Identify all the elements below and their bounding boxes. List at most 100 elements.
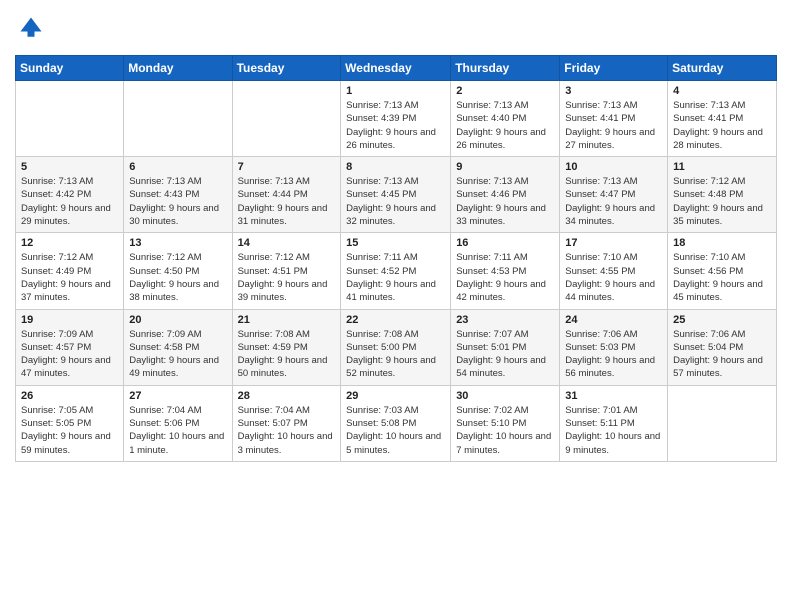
day-number: 25 bbox=[673, 314, 771, 326]
day-number: 29 bbox=[346, 390, 445, 402]
day-info: Sunrise: 7:13 AM Sunset: 4:41 PM Dayligh… bbox=[565, 99, 662, 152]
header bbox=[15, 10, 777, 47]
day-cell: 3 Sunrise: 7:13 AM Sunset: 4:41 PM Daylig… bbox=[560, 81, 668, 157]
day-cell: 21 Sunrise: 7:08 AM Sunset: 4:59 PM Dayli… bbox=[232, 309, 341, 385]
day-number: 26 bbox=[21, 390, 118, 402]
day-cell: 10 Sunrise: 7:13 AM Sunset: 4:47 PM Dayli… bbox=[560, 157, 668, 233]
logo-icon bbox=[17, 14, 45, 42]
day-cell: 24 Sunrise: 7:06 AM Sunset: 5:03 PM Dayli… bbox=[560, 309, 668, 385]
day-cell: 5 Sunrise: 7:13 AM Sunset: 4:42 PM Daylig… bbox=[16, 157, 124, 233]
day-info: Sunrise: 7:13 AM Sunset: 4:41 PM Dayligh… bbox=[673, 99, 771, 152]
day-cell: 27 Sunrise: 7:04 AM Sunset: 5:06 PM Dayli… bbox=[124, 385, 232, 461]
day-cell: 1 Sunrise: 7:13 AM Sunset: 4:39 PM Daylig… bbox=[341, 81, 451, 157]
logo bbox=[15, 14, 49, 47]
day-number: 27 bbox=[129, 390, 226, 402]
day-cell: 30 Sunrise: 7:02 AM Sunset: 5:10 PM Dayli… bbox=[451, 385, 560, 461]
day-number: 5 bbox=[21, 161, 118, 173]
day-info: Sunrise: 7:12 AM Sunset: 4:51 PM Dayligh… bbox=[238, 251, 336, 304]
day-cell bbox=[16, 81, 124, 157]
day-info: Sunrise: 7:12 AM Sunset: 4:50 PM Dayligh… bbox=[129, 251, 226, 304]
weekday-monday: Monday bbox=[124, 56, 232, 81]
day-info: Sunrise: 7:13 AM Sunset: 4:44 PM Dayligh… bbox=[238, 175, 336, 228]
day-info: Sunrise: 7:06 AM Sunset: 5:03 PM Dayligh… bbox=[565, 328, 662, 381]
day-cell bbox=[124, 81, 232, 157]
day-info: Sunrise: 7:06 AM Sunset: 5:04 PM Dayligh… bbox=[673, 328, 771, 381]
day-info: Sunrise: 7:12 AM Sunset: 4:48 PM Dayligh… bbox=[673, 175, 771, 228]
day-info: Sunrise: 7:04 AM Sunset: 5:07 PM Dayligh… bbox=[238, 404, 336, 457]
day-cell: 11 Sunrise: 7:12 AM Sunset: 4:48 PM Dayli… bbox=[668, 157, 777, 233]
weekday-thursday: Thursday bbox=[451, 56, 560, 81]
day-number: 11 bbox=[673, 161, 771, 173]
day-number: 15 bbox=[346, 237, 445, 249]
day-info: Sunrise: 7:09 AM Sunset: 4:58 PM Dayligh… bbox=[129, 328, 226, 381]
day-info: Sunrise: 7:13 AM Sunset: 4:43 PM Dayligh… bbox=[129, 175, 226, 228]
day-cell: 13 Sunrise: 7:12 AM Sunset: 4:50 PM Dayli… bbox=[124, 233, 232, 309]
day-number: 1 bbox=[346, 85, 445, 97]
weekday-sunday: Sunday bbox=[16, 56, 124, 81]
day-info: Sunrise: 7:13 AM Sunset: 4:42 PM Dayligh… bbox=[21, 175, 118, 228]
day-cell: 22Sunrise: 7:08 AM Sunset: 5:00 PM Dayli… bbox=[341, 309, 451, 385]
day-number: 6 bbox=[129, 161, 226, 173]
day-info: Sunrise: 7:01 AM Sunset: 5:11 PM Dayligh… bbox=[565, 404, 662, 457]
day-cell: 9 Sunrise: 7:13 AM Sunset: 4:46 PM Daylig… bbox=[451, 157, 560, 233]
day-number: 23 bbox=[456, 314, 554, 326]
day-cell: 25 Sunrise: 7:06 AM Sunset: 5:04 PM Dayli… bbox=[668, 309, 777, 385]
day-cell: 28 Sunrise: 7:04 AM Sunset: 5:07 PM Dayli… bbox=[232, 385, 341, 461]
page: SundayMondayTuesdayWednesdayThursdayFrid… bbox=[0, 0, 792, 612]
day-cell: 19Sunrise: 7:09 AM Sunset: 4:57 PM Dayli… bbox=[16, 309, 124, 385]
day-number: 3 bbox=[565, 85, 662, 97]
day-cell: 7Sunrise: 7:13 AM Sunset: 4:44 PM Daylig… bbox=[232, 157, 341, 233]
day-number: 16 bbox=[456, 237, 554, 249]
day-number: 30 bbox=[456, 390, 554, 402]
weekday-wednesday: Wednesday bbox=[341, 56, 451, 81]
week-row-2: 5 Sunrise: 7:13 AM Sunset: 4:42 PM Daylig… bbox=[16, 157, 777, 233]
day-info: Sunrise: 7:13 AM Sunset: 4:47 PM Dayligh… bbox=[565, 175, 662, 228]
day-info: Sunrise: 7:10 AM Sunset: 4:56 PM Dayligh… bbox=[673, 251, 771, 304]
day-number: 12 bbox=[21, 237, 118, 249]
day-cell: 12 Sunrise: 7:12 AM Sunset: 4:49 PM Dayli… bbox=[16, 233, 124, 309]
day-number: 14 bbox=[238, 237, 336, 249]
day-info: Sunrise: 7:05 AM Sunset: 5:05 PM Dayligh… bbox=[21, 404, 118, 457]
day-cell: 2Sunrise: 7:13 AM Sunset: 4:40 PM Daylig… bbox=[451, 81, 560, 157]
day-info: Sunrise: 7:08 AM Sunset: 5:00 PM Dayligh… bbox=[346, 328, 445, 381]
day-info: Sunrise: 7:08 AM Sunset: 4:59 PM Dayligh… bbox=[238, 328, 336, 381]
day-number: 8 bbox=[346, 161, 445, 173]
day-number: 20 bbox=[129, 314, 226, 326]
day-number: 4 bbox=[673, 85, 771, 97]
weekday-header-row: SundayMondayTuesdayWednesdayThursdayFrid… bbox=[16, 56, 777, 81]
day-number: 28 bbox=[238, 390, 336, 402]
day-number: 19 bbox=[21, 314, 118, 326]
day-info: Sunrise: 7:12 AM Sunset: 4:49 PM Dayligh… bbox=[21, 251, 118, 304]
day-cell: 16 Sunrise: 7:11 AM Sunset: 4:53 PM Dayli… bbox=[451, 233, 560, 309]
day-cell: 14 Sunrise: 7:12 AM Sunset: 4:51 PM Dayli… bbox=[232, 233, 341, 309]
day-cell: 31 Sunrise: 7:01 AM Sunset: 5:11 PM Dayli… bbox=[560, 385, 668, 461]
day-cell: 4 Sunrise: 7:13 AM Sunset: 4:41 PM Daylig… bbox=[668, 81, 777, 157]
day-cell: 26 Sunrise: 7:05 AM Sunset: 5:05 PM Dayli… bbox=[16, 385, 124, 461]
day-info: Sunrise: 7:13 AM Sunset: 4:46 PM Dayligh… bbox=[456, 175, 554, 228]
day-number: 31 bbox=[565, 390, 662, 402]
day-cell: 15 Sunrise: 7:11 AM Sunset: 4:52 PM Dayli… bbox=[341, 233, 451, 309]
day-cell: 6 Sunrise: 7:13 AM Sunset: 4:43 PM Daylig… bbox=[124, 157, 232, 233]
day-info: Sunrise: 7:11 AM Sunset: 4:53 PM Dayligh… bbox=[456, 251, 554, 304]
day-info: Sunrise: 7:10 AM Sunset: 4:55 PM Dayligh… bbox=[565, 251, 662, 304]
calendar-table: SundayMondayTuesdayWednesdayThursdayFrid… bbox=[15, 55, 777, 462]
day-number: 9 bbox=[456, 161, 554, 173]
week-row-4: 19Sunrise: 7:09 AM Sunset: 4:57 PM Dayli… bbox=[16, 309, 777, 385]
week-row-3: 12 Sunrise: 7:12 AM Sunset: 4:49 PM Dayli… bbox=[16, 233, 777, 309]
day-number: 21 bbox=[238, 314, 336, 326]
day-info: Sunrise: 7:07 AM Sunset: 5:01 PM Dayligh… bbox=[456, 328, 554, 381]
day-number: 10 bbox=[565, 161, 662, 173]
day-cell: 23 Sunrise: 7:07 AM Sunset: 5:01 PM Dayli… bbox=[451, 309, 560, 385]
day-number: 24 bbox=[565, 314, 662, 326]
day-info: Sunrise: 7:02 AM Sunset: 5:10 PM Dayligh… bbox=[456, 404, 554, 457]
day-info: Sunrise: 7:13 AM Sunset: 4:39 PM Dayligh… bbox=[346, 99, 445, 152]
day-info: Sunrise: 7:04 AM Sunset: 5:06 PM Dayligh… bbox=[129, 404, 226, 457]
day-cell: 8 Sunrise: 7:13 AM Sunset: 4:45 PM Daylig… bbox=[341, 157, 451, 233]
day-info: Sunrise: 7:13 AM Sunset: 4:45 PM Dayligh… bbox=[346, 175, 445, 228]
day-cell: 29Sunrise: 7:03 AM Sunset: 5:08 PM Dayli… bbox=[341, 385, 451, 461]
day-cell: 18Sunrise: 7:10 AM Sunset: 4:56 PM Dayli… bbox=[668, 233, 777, 309]
day-info: Sunrise: 7:11 AM Sunset: 4:52 PM Dayligh… bbox=[346, 251, 445, 304]
day-number: 13 bbox=[129, 237, 226, 249]
day-cell: 20 Sunrise: 7:09 AM Sunset: 4:58 PM Dayli… bbox=[124, 309, 232, 385]
day-number: 2 bbox=[456, 85, 554, 97]
